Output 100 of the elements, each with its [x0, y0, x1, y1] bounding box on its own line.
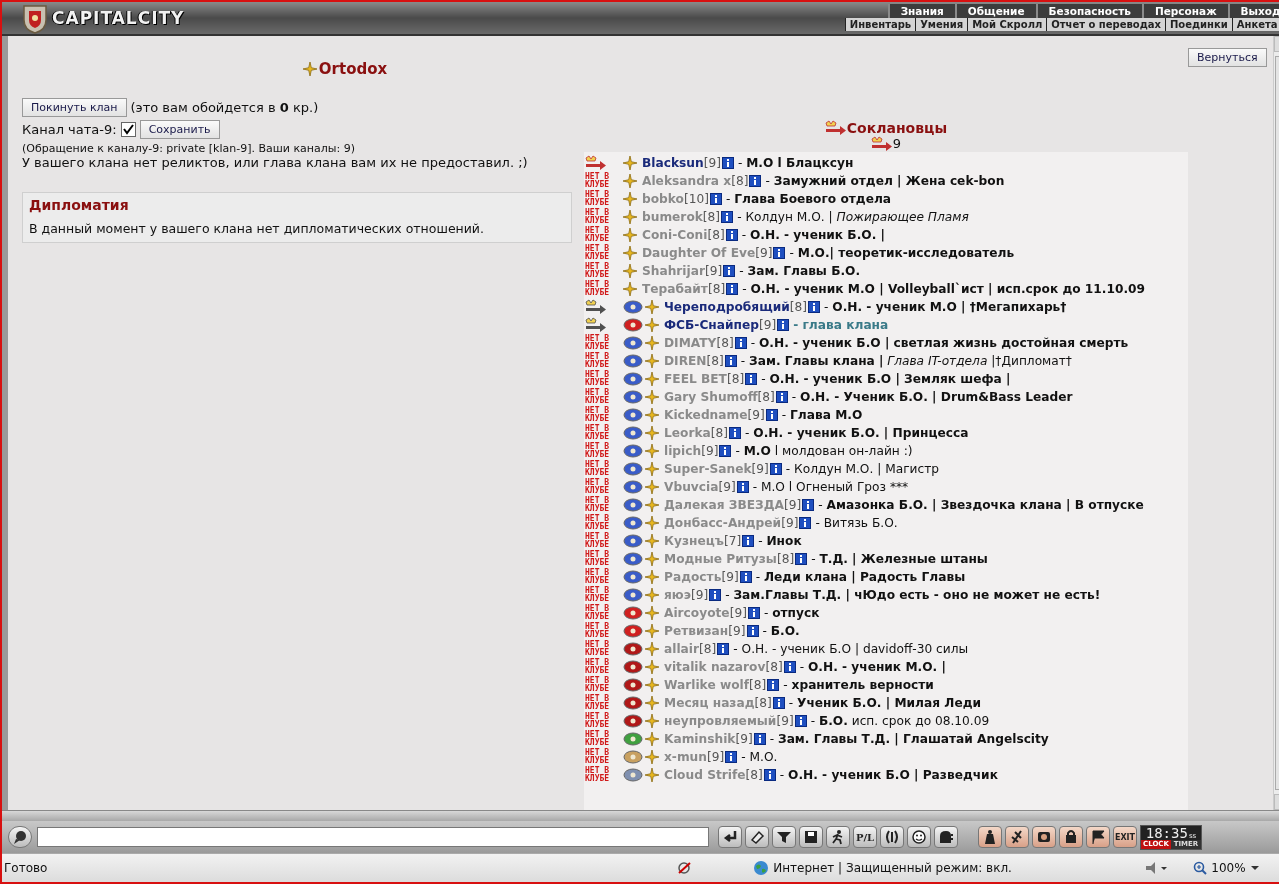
- info-icon[interactable]: [717, 643, 730, 655]
- zoom-control[interactable]: 100%: [1193, 861, 1260, 875]
- member-name[interactable]: DIREN: [664, 354, 707, 368]
- member-name[interactable]: FEEL BET: [664, 372, 727, 386]
- member-name[interactable]: Череподробящий: [664, 300, 790, 314]
- member-name[interactable]: Kickedname: [664, 408, 748, 422]
- info-icon[interactable]: [749, 175, 762, 187]
- info-icon[interactable]: [794, 715, 807, 727]
- info-icon[interactable]: [725, 751, 738, 763]
- member-name[interactable]: Донбасс-Андрей: [664, 516, 782, 530]
- info-icon[interactable]: [719, 445, 732, 457]
- submenu-item[interactable]: Анкета: [1231, 18, 1279, 31]
- chat-input-field[interactable]: [37, 827, 709, 847]
- submenu-item[interactable]: Поединки: [1165, 18, 1232, 31]
- enter-arrow-button[interactable]: [718, 826, 742, 848]
- info-icon[interactable]: [710, 193, 722, 205]
- info-icon[interactable]: [769, 463, 782, 475]
- member-name[interactable]: Kaminshik: [664, 732, 736, 746]
- bag-button[interactable]: [978, 826, 1002, 848]
- funnel-button[interactable]: [772, 826, 796, 848]
- info-icon[interactable]: [802, 499, 815, 511]
- return-button[interactable]: Вернуться: [1188, 48, 1267, 67]
- member-name[interactable]: Aircoyote: [664, 606, 730, 620]
- member-name[interactable]: lipich: [664, 444, 702, 458]
- member-name[interactable]: allair: [664, 642, 699, 656]
- member-name[interactable]: Терабайт: [642, 282, 708, 296]
- info-icon[interactable]: [775, 391, 788, 403]
- info-icon[interactable]: [772, 697, 785, 709]
- horizontal-scrollbar[interactable]: [2, 810, 1279, 821]
- member-name[interactable]: Leorka: [664, 426, 711, 440]
- member-name[interactable]: Coni-Coni: [642, 228, 708, 242]
- menu-item[interactable]: Персонаж: [1141, 4, 1228, 18]
- info-icon[interactable]: [767, 679, 780, 691]
- submenu-item[interactable]: Мой Скролл: [967, 18, 1047, 31]
- info-icon[interactable]: [777, 319, 790, 331]
- info-icon[interactable]: [724, 355, 737, 367]
- padlock-button[interactable]: [1059, 826, 1083, 848]
- member-name[interactable]: vitalik nazarov: [664, 660, 766, 674]
- exit-button[interactable]: EXIT: [1113, 826, 1137, 848]
- info-icon[interactable]: [746, 625, 759, 637]
- info-icon[interactable]: [726, 283, 739, 295]
- running-figure-button[interactable]: [826, 826, 850, 848]
- member-name[interactable]: Shahrijar: [642, 264, 705, 278]
- member-name[interactable]: Далекая ЗВЕЗДА: [664, 498, 785, 512]
- floppy-button[interactable]: [799, 826, 823, 848]
- crossed-swords-button[interactable]: [1005, 826, 1029, 848]
- member-name[interactable]: Aleksandra x: [642, 174, 732, 188]
- member-name[interactable]: Cloud Strife: [664, 768, 746, 782]
- info-icon[interactable]: [799, 517, 812, 529]
- info-icon[interactable]: [723, 265, 736, 277]
- member-name[interactable]: Warlike wolf: [664, 678, 749, 692]
- flag-button[interactable]: [1086, 826, 1110, 848]
- member-name[interactable]: ФСБ-Снайпер: [664, 318, 759, 332]
- private-log-button[interactable]: P/L: [853, 826, 877, 848]
- member-name[interactable]: Кузнецъ: [664, 534, 724, 548]
- member-name[interactable]: Месяц назад: [664, 696, 755, 710]
- info-icon[interactable]: [734, 337, 747, 349]
- info-icon[interactable]: [808, 301, 820, 313]
- info-icon[interactable]: [742, 535, 755, 547]
- info-icon[interactable]: [783, 661, 796, 673]
- smiley-button[interactable]: [907, 826, 931, 848]
- info-icon[interactable]: [765, 409, 778, 421]
- helmet-button[interactable]: [934, 826, 958, 848]
- info-icon[interactable]: [795, 553, 808, 565]
- info-icon[interactable]: [753, 733, 766, 745]
- menu-item[interactable]: Знания: [887, 4, 955, 18]
- info-icon[interactable]: [721, 157, 734, 169]
- info-icon[interactable]: [763, 769, 776, 781]
- info-icon[interactable]: [709, 589, 722, 601]
- speech-bubble-button[interactable]: [8, 826, 32, 848]
- channel-checkbox[interactable]: [120, 122, 136, 137]
- member-name[interactable]: x-mun: [664, 750, 707, 764]
- info-icon[interactable]: [745, 373, 758, 385]
- info-icon[interactable]: [725, 229, 738, 241]
- member-name[interactable]: Радость: [664, 570, 722, 584]
- member-name[interactable]: Daughter Of Eve: [642, 246, 756, 260]
- menu-item[interactable]: Общение: [954, 4, 1036, 18]
- menu-item[interactable]: Безопасность: [1035, 4, 1142, 18]
- member-name[interactable]: bobko: [642, 192, 684, 206]
- save-button[interactable]: Сохранить: [139, 120, 220, 139]
- member-name[interactable]: Super-Sanek: [664, 462, 752, 476]
- member-name[interactable]: bumerok: [642, 210, 703, 224]
- submenu-item[interactable]: Умения: [915, 18, 968, 31]
- info-icon[interactable]: [721, 211, 734, 223]
- eraser-button[interactable]: [745, 826, 769, 848]
- member-name[interactable]: яюэ: [664, 588, 691, 602]
- submenu-item[interactable]: Инвентарь: [844, 18, 916, 31]
- info-icon[interactable]: [773, 247, 786, 259]
- info-icon[interactable]: [739, 571, 752, 583]
- member-name[interactable]: DIMATY: [664, 336, 717, 350]
- submenu-item[interactable]: Отчет о переводах: [1046, 18, 1165, 31]
- info-icon[interactable]: [729, 427, 741, 439]
- leave-clan-button[interactable]: Покинуть клан: [22, 98, 127, 117]
- member-name[interactable]: Модные Ритузы: [664, 552, 777, 566]
- info-icon[interactable]: [736, 481, 749, 493]
- site-logo[interactable]: CAPITALCITY: [52, 8, 185, 28]
- member-name[interactable]: Gary Shumoff: [664, 390, 758, 404]
- info-icon[interactable]: [747, 607, 760, 619]
- member-name[interactable]: Vbuvcia: [664, 480, 719, 494]
- member-name[interactable]: неупровляемый: [664, 714, 777, 728]
